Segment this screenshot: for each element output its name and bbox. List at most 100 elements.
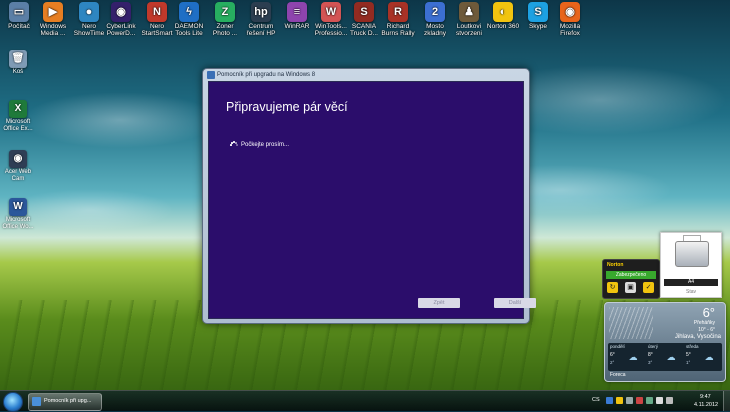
desktop-icon[interactable]: Z Zoner Photo ...	[208, 2, 242, 37]
norton-vault-icon[interactable]: ▣	[625, 282, 636, 293]
desktop-icon[interactable]: ▭ Počítač	[2, 2, 36, 30]
norton-settings-icon[interactable]: ✓	[643, 282, 654, 293]
desktop-icon-label: Zoner Photo ...	[212, 23, 238, 37]
desktop-icon-label: DAEMON Tools Lite	[174, 23, 204, 37]
winrar-icon: ≡	[287, 2, 307, 22]
forecast-day-low: 1°	[686, 360, 691, 365]
upgrade-assistant-window[interactable]: Pomocník při upgradu na Windows 8 Připra…	[202, 68, 536, 324]
rain-icon	[609, 307, 653, 339]
desktop-icon-label: Centrum řešení HP	[246, 23, 276, 37]
loading-spinner-icon	[230, 141, 238, 149]
desktop-icon-label: WinTools... Professio...	[314, 23, 348, 37]
clock-time[interactable]: 9:47	[700, 394, 711, 400]
next-button[interactable]: Další	[494, 298, 536, 308]
cyberlink-icon: ◉	[111, 2, 131, 22]
tray-security-icon[interactable]	[636, 397, 643, 404]
forecast-day-high: 5°	[686, 352, 691, 358]
forecast-day-low: 3°	[648, 360, 653, 365]
desktop-icon[interactable]: 2 Mosto zkladny	[418, 2, 452, 37]
desktop-icon[interactable]: N Nero StartSmart	[140, 2, 174, 37]
window-title: Pomocník při upgradu na Windows 8	[217, 72, 316, 78]
desktop-icon[interactable]: ◉ CyberLink PowerD...	[104, 2, 138, 37]
tray-network-icon[interactable]	[606, 397, 613, 404]
taskbar: Pomocník při upg... CS 9:47 4.11.2012	[0, 390, 730, 412]
back-button[interactable]: Zpět	[418, 298, 460, 308]
forecast-day-high: 8°	[648, 352, 653, 358]
rally-icon: R	[388, 2, 408, 22]
desktop-icon-label: Mozilla Firefox	[559, 23, 581, 37]
firefox-icon: ◉	[560, 2, 580, 22]
nero-showtime-icon: ●	[79, 2, 99, 22]
wintools-icon: W	[321, 2, 341, 22]
desktop-icon-label: Loutkovi stvorzeni	[455, 23, 482, 37]
window-content: Připravujeme pár věcí Počkejte prosím...…	[208, 81, 536, 319]
skype-icon: S	[528, 2, 548, 22]
desktop-icon[interactable]: ◐ Norton 360	[486, 2, 520, 30]
desktop-icon[interactable]: S SCANIA Truck D...	[347, 2, 381, 37]
forecast-day: středa 5° 1° ☁	[684, 343, 722, 371]
windows-media-icon: ▶	[43, 2, 63, 22]
desktop-icon[interactable]: W Microsoft Office Wo...	[0, 198, 36, 231]
desktop-icon[interactable]: hp Centrum řešení HP	[244, 2, 278, 37]
printer-gadget[interactable]: A4 Stav	[660, 232, 722, 298]
forecast-day-name: středa	[686, 344, 699, 349]
clock-date[interactable]: 4.11.2012	[694, 402, 718, 408]
word-icon: W	[9, 198, 27, 216]
mosto-icon: 2	[425, 2, 445, 22]
forecast-day-low: 2°	[610, 360, 615, 365]
scania-icon: S	[354, 2, 374, 22]
desktop-icon[interactable]: ◉ Acer Web Cam	[0, 150, 36, 183]
printer-paper-size[interactable]: A4	[664, 279, 718, 286]
forecast-day-high: 6°	[610, 352, 615, 358]
desktop-icon[interactable]: ▶ Windows Media ...	[36, 2, 70, 37]
desktop-icon[interactable]: ◉ Mozilla Firefox	[553, 2, 587, 37]
norton-status: Zabezpečeno	[606, 271, 656, 279]
show-desktop-button[interactable]	[723, 391, 730, 411]
norton-logo: Norton	[607, 262, 624, 268]
desktop-icon[interactable]: ≡ WinRAR	[280, 2, 314, 30]
window-app-icon	[207, 71, 215, 79]
desktop-icon[interactable]: R Richard Burns Rally	[381, 2, 415, 37]
desktop-icon-label: Acer Web Cam	[4, 169, 32, 182]
loutkovi-icon: ♟	[459, 2, 479, 22]
taskbar-item-upgrade-assistant[interactable]: Pomocník při upg...	[28, 393, 102, 411]
printer-icon	[675, 241, 709, 267]
temperature-range: 10° - 6°	[698, 327, 715, 333]
weather-condition: Přeháňky	[693, 320, 715, 326]
tray-volume-icon[interactable]	[666, 397, 673, 404]
rain-cloud-icon: ☁	[666, 353, 676, 363]
excel-icon: X	[9, 100, 27, 118]
desktop-icon-label: Microsoft Office Wo...	[2, 217, 34, 230]
desktop-icon-label: Skype	[528, 23, 548, 30]
desktop-icon[interactable]: 🗑 Koš	[0, 50, 36, 76]
desktop-icon[interactable]: ● Nero ShowTime	[72, 2, 106, 37]
tray-signal-icon[interactable]	[656, 397, 663, 404]
page-heading: Připravujeme pár věcí	[226, 100, 348, 114]
taskbar-item-label: Pomocník při upg...	[44, 398, 92, 404]
desktop-icon-label: Norton 360	[486, 23, 520, 30]
norton-scan-icon[interactable]: ↻	[607, 282, 618, 293]
weather-gadget[interactable]: 6° Přeháňky 10° - 6° Jihlava, Vysočina p…	[604, 302, 726, 382]
desktop-icon[interactable]: S Skype	[521, 2, 555, 30]
desktop-icon-label: CyberLink PowerD...	[106, 23, 136, 37]
start-button[interactable]	[3, 392, 23, 412]
window-titlebar[interactable]: Pomocník při upgradu na Windows 8	[203, 69, 529, 81]
desktop-icon[interactable]: ♟ Loutkovi stvorzeni	[452, 2, 486, 37]
desktop-icon-label: Koš	[12, 69, 24, 75]
desktop-icon-label: Richard Burns Rally	[381, 23, 415, 37]
desktop-icon[interactable]: ϟ DAEMON Tools Lite	[172, 2, 206, 37]
desktop-icon[interactable]: W WinTools... Professio...	[314, 2, 348, 37]
desktop-icon-label: Mosto zkladny	[423, 23, 447, 37]
desktop-icon[interactable]: X Microsoft Office Ex...	[0, 100, 36, 133]
tray-battery-icon[interactable]	[646, 397, 653, 404]
tray-flag-icon[interactable]	[626, 397, 633, 404]
desktop-icon-label: Počítač	[8, 23, 30, 30]
language-indicator[interactable]: CS	[592, 397, 600, 403]
tray-norton-icon[interactable]	[616, 397, 623, 404]
weather-provider[interactable]: Foreca	[610, 372, 626, 378]
desktop-icon-row: ▭ Počítač ▶ Windows Media ... ● Nero ShowTime…	[0, 2, 600, 42]
forecast-day-name: úterý	[648, 344, 659, 349]
norton-gadget[interactable]: Norton Zabezpečeno ↻ ▣ ✓	[602, 259, 660, 299]
weather-location: Jihlava, Vysočina	[674, 334, 721, 340]
hp-center-icon: hp	[251, 2, 271, 22]
